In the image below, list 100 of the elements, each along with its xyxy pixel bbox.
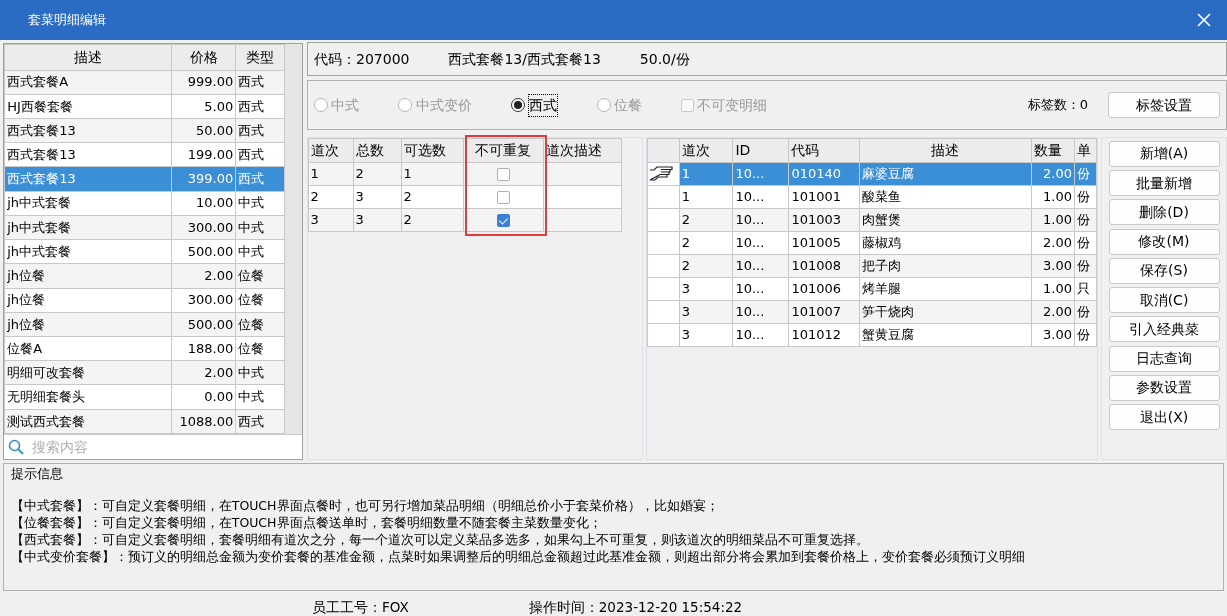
- table-cell: 笋干烧肉: [859, 300, 1032, 323]
- package-row[interactable]: jh中式套餐 300.00 中式: [4, 215, 285, 240]
- column-header[interactable]: 可选数: [401, 138, 463, 162]
- package-row[interactable]: 测试西式套餐 1088.00 西式: [4, 409, 285, 434]
- tag-settings-button[interactable]: 标签设置: [1107, 92, 1220, 118]
- table-cell: 烤羊腿: [859, 277, 1032, 300]
- package-row[interactable]: jh位餐 2.00 位餐: [4, 263, 285, 288]
- table-cell: jh位餐: [4, 263, 172, 288]
- column-header[interactable]: 价格: [171, 44, 236, 71]
- table-cell: 10.00: [171, 191, 236, 216]
- action-button[interactable]: 保存(S): [1108, 257, 1220, 284]
- pointing-hand-icon: [648, 165, 674, 184]
- action-button[interactable]: 参数设置: [1108, 374, 1220, 401]
- table-cell: 无明细套餐头: [4, 384, 172, 410]
- action-button[interactable]: 修改(M): [1108, 228, 1220, 255]
- action-button[interactable]: 批量新增: [1108, 170, 1220, 196]
- column-header[interactable]: 单: [1074, 138, 1097, 162]
- table-cell: 藤椒鸡: [859, 231, 1032, 254]
- table-cell: 1: [679, 185, 733, 208]
- column-header[interactable]: 不可重复: [463, 138, 543, 162]
- package-row[interactable]: 无明细套餐头 0.00 中式: [4, 384, 285, 410]
- table-cell: 酸菜鱼: [859, 185, 1032, 208]
- item-row[interactable]: 2 10... 101005 藤椒鸡 2.00 份: [647, 231, 1097, 254]
- package-row[interactable]: 位餐A 188.00 位餐: [4, 336, 285, 361]
- table-cell: 中式: [235, 191, 285, 216]
- column-header[interactable]: 道次: [679, 138, 733, 162]
- section-title: 提示信息: [10, 465, 64, 484]
- table-cell: 西式: [235, 94, 285, 119]
- table-cell: 麻婆豆腐: [859, 162, 1032, 185]
- hint-text: 【中式变价套餐】：预订义的明细总金额为变价套餐的基准金额，点菜时如果调整后的明细总金额超过此基准金额，则超出部分将会累加到套餐价格上，变价套餐必须预订义明细: [10, 547, 1026, 565]
- column-header[interactable]: 描述: [4, 44, 172, 71]
- item-row[interactable]: 3 10... 101012 蟹黄豆腐 3.00 份: [647, 323, 1097, 346]
- table-cell: 3.00: [1031, 323, 1075, 346]
- package-row[interactable]: 西式套餐A 999.00 西式: [4, 70, 285, 95]
- package-row[interactable]: 明细可改套餐 2.00 中式: [4, 360, 285, 385]
- table-cell: 2: [308, 185, 353, 208]
- package-row[interactable]: jh中式套餐 500.00 中式: [4, 239, 285, 264]
- radio-button[interactable]: [398, 98, 413, 112]
- package-price: 50.0/份: [639, 49, 690, 69]
- radio-button[interactable]: [314, 98, 328, 112]
- table-cell: 份: [1074, 323, 1097, 346]
- package-row[interactable]: jh位餐 500.00 位餐: [4, 312, 285, 337]
- column-header[interactable]: 总数: [353, 138, 401, 162]
- table-cell: 101001: [788, 185, 860, 208]
- package-row[interactable]: 西式套餐13 199.00 西式: [4, 142, 285, 167]
- search-field[interactable]: 搜索内容: [30, 435, 299, 459]
- close-icon[interactable]: [1197, 13, 1211, 27]
- column-header[interactable]: 类型: [235, 44, 285, 71]
- table-cell: 西式套餐13: [4, 118, 172, 143]
- table-cell: 明细可改套餐: [4, 360, 172, 385]
- table-cell: 1.00: [1031, 185, 1075, 208]
- item-row[interactable]: 3 10... 101006 烤羊腿 1.00 只: [647, 277, 1097, 300]
- table-cell: 188.00: [171, 336, 236, 361]
- package-row[interactable]: jh中式套餐 10.00 中式: [4, 191, 285, 216]
- table-cell: 101006: [788, 277, 860, 300]
- package-row[interactable]: 西式套餐13 50.00 西式: [4, 118, 285, 143]
- checkbox[interactable]: [496, 213, 510, 227]
- action-button[interactable]: 引入经典菜: [1108, 316, 1220, 343]
- search-icon: [7, 439, 24, 455]
- column-header[interactable]: 描述: [859, 138, 1032, 162]
- table-cell: 10...: [732, 323, 789, 346]
- table-cell: 肉蟹煲: [859, 208, 1032, 231]
- table-cell: 西式套餐13: [4, 166, 172, 192]
- column-header[interactable]: 代码: [788, 138, 860, 162]
- table-cell: 份: [1074, 231, 1097, 254]
- checkbox[interactable]: [496, 167, 510, 181]
- table-cell: 101012: [788, 323, 860, 346]
- radio-button[interactable]: [596, 98, 611, 112]
- action-button[interactable]: 取消(C): [1108, 287, 1220, 313]
- package-row[interactable]: jh位餐 300.00 位餐: [4, 288, 285, 313]
- table-cell: 位餐A: [4, 336, 172, 361]
- radio-label: 中式: [331, 95, 360, 115]
- table-cell: 1.00: [1031, 277, 1075, 300]
- table-cell: 只: [1074, 277, 1097, 300]
- item-row[interactable]: 2 10... 101008 把子肉 3.00 份: [647, 254, 1097, 277]
- column-header[interactable]: 道次描述: [543, 138, 621, 162]
- checkbox[interactable]: [496, 190, 510, 204]
- scrollbar[interactable]: [285, 44, 303, 434]
- column-header[interactable]: 道次: [308, 138, 353, 162]
- radio-label: 位餐: [614, 95, 642, 115]
- package-row[interactable]: HJ西餐套餐 5.00 西式: [4, 94, 285, 119]
- column-header[interactable]: ID: [732, 138, 789, 162]
- item-row[interactable]: 3 10... 101007 笋干烧肉 2.00 份: [647, 300, 1097, 323]
- action-button[interactable]: 日志查询: [1108, 345, 1220, 372]
- table-cell: 300.00: [171, 288, 236, 313]
- column-header[interactable]: 数量: [1031, 138, 1075, 162]
- code-label: 代码：: [314, 49, 356, 69]
- item-row[interactable]: 1 10... 101001 酸菜鱼 1.00 份: [647, 185, 1097, 208]
- table-cell: 10...: [732, 231, 789, 254]
- table-cell: 3: [308, 208, 353, 231]
- table-cell: jh位餐: [4, 288, 172, 313]
- item-row[interactable]: 2 10... 101003 肉蟹煲 1.00 份: [647, 208, 1097, 231]
- table-cell: HJ西餐套餐: [4, 94, 172, 119]
- action-button[interactable]: 删除(D): [1108, 199, 1220, 226]
- radio-button[interactable]: [510, 98, 525, 112]
- action-button[interactable]: 退出(X): [1108, 404, 1220, 430]
- table-cell: 把子肉: [859, 254, 1032, 277]
- table-cell: 份: [1074, 185, 1097, 208]
- table-cell: 西式套餐A: [4, 70, 172, 95]
- action-button[interactable]: 新增(A): [1108, 140, 1220, 167]
